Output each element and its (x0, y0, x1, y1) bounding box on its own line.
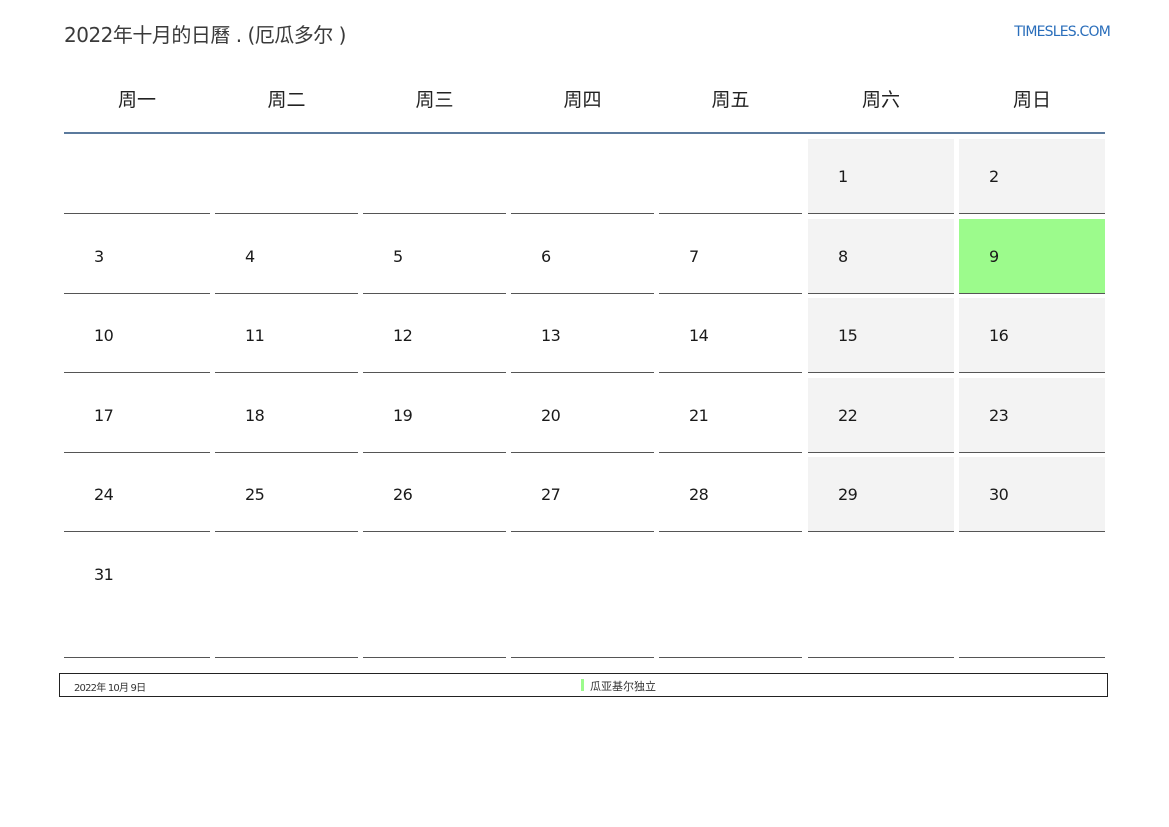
day-cell: 29 (808, 457, 954, 532)
day-cell: 19 (363, 378, 506, 453)
day-cell: 28 (659, 457, 802, 532)
day-cell: 22 (808, 378, 954, 453)
weekday-label: 周三 (415, 89, 454, 111)
day-cell (511, 139, 654, 214)
day-number: 5 (393, 247, 403, 266)
day-number: 4 (245, 247, 255, 266)
day-cell: 27 (511, 457, 654, 532)
holiday-name: 瓜亚基尔独立 (590, 680, 656, 693)
day-number: 25 (245, 485, 265, 504)
day-number: 30 (989, 485, 1009, 504)
weekday-label: 周日 (1012, 89, 1051, 111)
day-number: 24 (94, 485, 114, 504)
day-number: 9 (989, 247, 999, 266)
day-cell: 30 (959, 457, 1105, 532)
day-number: 31 (94, 565, 114, 584)
day-number: 18 (245, 406, 265, 425)
day-number: 6 (541, 247, 551, 266)
page-title: 2022年十月的日曆 . (厄瓜多尔 ) (64, 23, 346, 47)
day-cell (511, 537, 654, 658)
day-cell: 25 (215, 457, 358, 532)
day-number: 27 (541, 485, 561, 504)
day-cell: 26 (363, 457, 506, 532)
day-cell (363, 139, 506, 214)
weekday-label: 周二 (267, 89, 306, 111)
day-number: 20 (541, 406, 561, 425)
day-number: 22 (838, 406, 858, 425)
day-number: 8 (838, 247, 848, 266)
day-number: 17 (94, 406, 114, 425)
day-cell: 6 (511, 219, 654, 294)
day-cell: 8 (808, 219, 954, 294)
day-cell: 21 (659, 378, 802, 453)
day-cell: 31 (64, 537, 210, 658)
weekday-label: 周一 (117, 89, 156, 111)
weekday-label: 周六 (861, 89, 900, 111)
holiday-date: 2022年 10月 9日 (74, 683, 146, 694)
day-cell: 2 (959, 139, 1105, 214)
day-cell: 17 (64, 378, 210, 453)
weekday-label: 周四 (563, 89, 602, 111)
day-cell: 1 (808, 139, 954, 214)
day-cell: 18 (215, 378, 358, 453)
day-cell: 9 (959, 219, 1105, 294)
day-cell (363, 537, 506, 658)
day-number: 23 (989, 406, 1009, 425)
day-number: 14 (689, 326, 709, 345)
day-cell: 23 (959, 378, 1105, 453)
day-cell: 20 (511, 378, 654, 453)
day-cell: 7 (659, 219, 802, 294)
day-number: 10 (94, 326, 114, 345)
day-number: 26 (393, 485, 413, 504)
day-number: 13 (541, 326, 561, 345)
holiday-color-marker (581, 679, 584, 691)
day-number: 19 (393, 406, 413, 425)
day-number: 16 (989, 326, 1009, 345)
holiday-footer: 2022年 10月 9日 瓜亚基尔独立 (59, 673, 1108, 697)
day-cell: 12 (363, 298, 506, 373)
day-number: 11 (245, 326, 265, 345)
day-number: 12 (393, 326, 413, 345)
weekday-label: 周五 (711, 89, 750, 111)
day-number: 28 (689, 485, 709, 504)
day-cell: 24 (64, 457, 210, 532)
day-cell: 14 (659, 298, 802, 373)
day-cell: 10 (64, 298, 210, 373)
day-cell (215, 139, 358, 214)
day-number: 7 (689, 247, 699, 266)
day-cell (959, 537, 1105, 658)
site-link[interactable]: TIMESLES.COM (1014, 24, 1111, 40)
day-cell (659, 139, 802, 214)
day-number: 3 (94, 247, 104, 266)
day-cell: 15 (808, 298, 954, 373)
day-cell (659, 537, 802, 658)
day-cell: 5 (363, 219, 506, 294)
day-number: 21 (689, 406, 709, 425)
day-cell: 16 (959, 298, 1105, 373)
day-cell: 11 (215, 298, 358, 373)
day-number: 2 (989, 167, 999, 186)
day-cell: 3 (64, 219, 210, 294)
weekday-header-row: 周一 周二 周三 周四 周五 周六 周日 (64, 68, 1105, 134)
day-cell: 13 (511, 298, 654, 373)
day-cell (64, 139, 210, 214)
day-number: 1 (838, 167, 848, 186)
day-number: 15 (838, 326, 858, 345)
day-number: 29 (838, 485, 858, 504)
day-cell (808, 537, 954, 658)
day-cell: 4 (215, 219, 358, 294)
day-cell (215, 537, 358, 658)
